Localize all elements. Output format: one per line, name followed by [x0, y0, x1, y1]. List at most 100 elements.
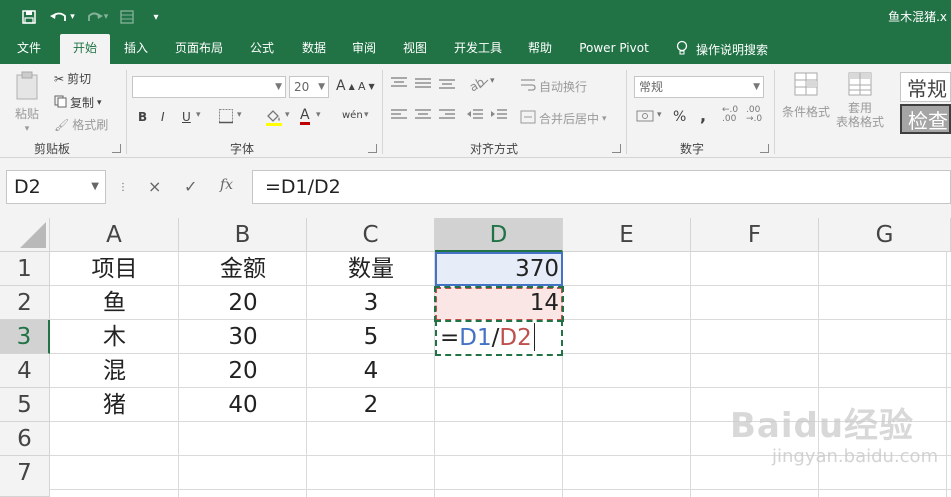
- form-icon[interactable]: [118, 6, 136, 28]
- font-launcher-icon[interactable]: [368, 144, 377, 153]
- align-left-icon[interactable]: [390, 108, 408, 126]
- row-header-7[interactable]: 7: [0, 456, 50, 497]
- redo-icon[interactable]: ▾: [84, 6, 110, 28]
- style-check-cell[interactable]: 检查: [900, 104, 951, 134]
- bold-button[interactable]: B: [138, 110, 147, 124]
- cell-a1[interactable]: 项目: [50, 252, 179, 286]
- row-header-5[interactable]: 5: [0, 388, 50, 422]
- clipboard-launcher-icon[interactable]: [112, 144, 121, 153]
- cell-c1[interactable]: 数量: [307, 252, 435, 286]
- format-painter-button[interactable]: 🖌 格式刷: [54, 116, 108, 133]
- column-header-d[interactable]: D: [435, 218, 563, 252]
- number-launcher-icon[interactable]: [760, 144, 769, 153]
- column-header-a[interactable]: A: [50, 218, 179, 252]
- underline-button[interactable]: U: [182, 110, 191, 124]
- phonetic-button[interactable]: wén: [342, 110, 363, 121]
- column-header-b[interactable]: B: [179, 218, 307, 252]
- cell-a5[interactable]: 猪: [50, 388, 179, 422]
- increase-indent-icon[interactable]: [490, 108, 508, 126]
- cell-d3-formula[interactable]: =D1/D2: [440, 321, 560, 355]
- cell-b5[interactable]: 40: [179, 388, 307, 422]
- comma-button[interactable]: ,: [700, 106, 706, 125]
- border-dropdown-icon[interactable]: ▾: [237, 110, 242, 120]
- tab-power-pivot[interactable]: Power Pivot: [572, 34, 656, 64]
- formula-input[interactable]: =D1/D2: [252, 170, 951, 204]
- tab-review[interactable]: 审阅: [344, 34, 384, 64]
- cell-c4[interactable]: 4: [307, 354, 435, 388]
- orientation-icon[interactable]: ab: [467, 74, 490, 96]
- cell-c2[interactable]: 3: [307, 286, 435, 320]
- cell-c5[interactable]: 2: [307, 388, 435, 422]
- tell-me-search[interactable]: 操作说明搜索: [676, 34, 768, 64]
- row-header-3[interactable]: 3: [0, 320, 50, 354]
- tab-developer[interactable]: 开发工具: [446, 34, 510, 64]
- fill-color-dropdown-icon[interactable]: ▾: [285, 110, 290, 120]
- save-icon[interactable]: [18, 6, 40, 28]
- cell-b3[interactable]: 30: [179, 320, 307, 354]
- customize-icon[interactable]: ▾: [148, 6, 164, 28]
- cell-b2[interactable]: 20: [179, 286, 307, 320]
- select-all-button[interactable]: [0, 218, 50, 252]
- cell-a2[interactable]: 鱼: [50, 286, 179, 320]
- underline-dropdown-icon[interactable]: ▾: [196, 110, 201, 120]
- cell-b4[interactable]: 20: [179, 354, 307, 388]
- italic-button[interactable]: I: [161, 110, 165, 124]
- number-format-combo[interactable]: 常规 ▼: [634, 76, 764, 98]
- font-name-combo[interactable]: ▼: [132, 76, 286, 98]
- row-header-6[interactable]: 6: [0, 422, 50, 456]
- tab-data[interactable]: 数据: [292, 34, 336, 64]
- merge-center-button[interactable]: 合并后居中 ▾: [520, 110, 607, 127]
- column-header-e[interactable]: E: [563, 218, 691, 252]
- align-right-icon[interactable]: [438, 108, 456, 126]
- cancel-formula-button[interactable]: ×: [148, 177, 161, 196]
- font-color-button[interactable]: A: [300, 108, 310, 125]
- row-header-2[interactable]: 2: [0, 286, 50, 320]
- tab-home[interactable]: 开始: [60, 34, 110, 64]
- tab-insert[interactable]: 插入: [114, 34, 158, 64]
- decrease-decimal-icon[interactable]: .00 →.0: [746, 106, 762, 124]
- insert-function-button[interactable]: fx: [220, 177, 233, 193]
- enter-formula-button[interactable]: ✓: [184, 177, 197, 196]
- currency-icon[interactable]: [636, 108, 654, 128]
- tab-help[interactable]: 帮助: [520, 34, 560, 64]
- alignment-launcher-icon[interactable]: [612, 144, 621, 153]
- row-header-1[interactable]: 1: [0, 252, 50, 286]
- column-header-f[interactable]: F: [691, 218, 819, 252]
- tab-page-layout[interactable]: 页面布局: [168, 34, 230, 64]
- align-top-icon[interactable]: [390, 76, 408, 94]
- font-size-combo[interactable]: 20 ▼: [289, 76, 329, 98]
- undo-icon[interactable]: ▾: [48, 6, 76, 28]
- align-center-icon[interactable]: [414, 108, 432, 126]
- cell-d2[interactable]: 14: [435, 286, 563, 320]
- shrink-font-button[interactable]: A ▼: [358, 80, 375, 93]
- decrease-indent-icon[interactable]: [466, 108, 484, 126]
- border-icon[interactable]: [218, 108, 234, 128]
- tab-formulas[interactable]: 公式: [240, 34, 284, 64]
- cut-button[interactable]: ✂ 剪切: [54, 70, 91, 87]
- orientation-dropdown-icon[interactable]: ▾: [490, 76, 495, 86]
- copy-button[interactable]: 复制 ▾: [54, 94, 102, 111]
- phonetic-dropdown-icon[interactable]: ▾: [364, 110, 369, 120]
- row-header-4[interactable]: 4: [0, 354, 50, 388]
- name-box[interactable]: D2 ▼: [6, 170, 106, 204]
- align-middle-icon[interactable]: [414, 76, 432, 94]
- style-normal[interactable]: 常规: [900, 72, 951, 102]
- tab-view[interactable]: 视图: [394, 34, 436, 64]
- cell-d1[interactable]: 370: [435, 252, 563, 286]
- grow-font-button[interactable]: A ▲: [336, 78, 355, 94]
- format-as-table-button[interactable]: 套用 表格格式: [836, 70, 884, 129]
- resize-handle-icon[interactable]: ⋮: [118, 182, 128, 193]
- cell-a3[interactable]: 木: [50, 320, 179, 354]
- cell-a4[interactable]: 混: [50, 354, 179, 388]
- cell-b1[interactable]: 金额: [179, 252, 307, 286]
- align-bottom-icon[interactable]: [438, 76, 456, 94]
- percent-button[interactable]: %: [673, 109, 686, 125]
- increase-decimal-icon[interactable]: ←.0.00: [722, 106, 738, 124]
- font-color-dropdown-icon[interactable]: ▾: [316, 110, 321, 120]
- column-header-c[interactable]: C: [307, 218, 435, 252]
- cell-c3[interactable]: 5: [307, 320, 435, 354]
- conditional-formatting-button[interactable]: 条件格式: [782, 70, 830, 120]
- currency-dropdown-icon[interactable]: ▾: [657, 110, 662, 120]
- column-header-g[interactable]: G: [819, 218, 951, 252]
- paste-button[interactable]: 粘贴 ▾: [14, 70, 40, 134]
